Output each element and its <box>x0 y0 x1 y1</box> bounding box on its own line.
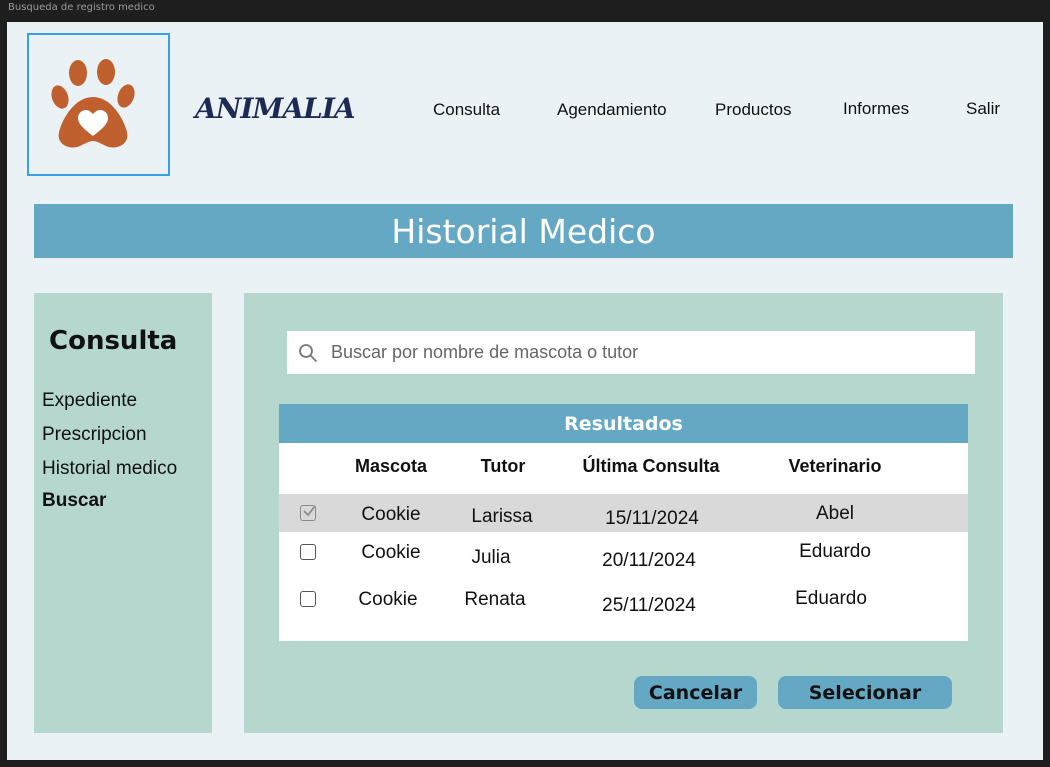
results-table: Resultados Mascota Tutor Última Consulta… <box>279 404 968 641</box>
cell-mascota: Cookie <box>361 542 421 563</box>
sidebar-item-prescripcion[interactable]: Prescripcion <box>42 424 147 446</box>
search-bar <box>287 331 975 374</box>
page-title-banner: Historial Medico <box>34 204 1013 258</box>
cell-mascota: Cookie <box>361 504 421 525</box>
results-header: Resultados <box>279 404 968 443</box>
check-icon <box>303 505 316 517</box>
cell-tutor: Larissa <box>471 506 533 527</box>
column-header-veterinario: Veterinario <box>788 456 882 476</box>
column-header-tutor: Tutor <box>480 456 526 476</box>
cell-veterinario: Eduardo <box>799 541 871 562</box>
sidebar-item-expediente[interactable]: Expediente <box>42 390 137 412</box>
select-button[interactable]: Selecionar <box>778 676 952 709</box>
table-row[interactable]: Cookie Julia 20/11/2024 Eduardo <box>279 532 968 571</box>
cancel-button[interactable]: Cancelar <box>634 676 757 709</box>
search-icon <box>287 343 329 363</box>
cell-fecha: 15/11/2024 <box>605 508 699 529</box>
cell-tutor: Renata <box>464 589 526 610</box>
column-header-mascota: Mascota <box>354 456 428 476</box>
nav-item-productos[interactable]: Productos <box>715 100 792 120</box>
sidebar: Consulta Expediente Prescripcion Histori… <box>34 293 212 733</box>
sidebar-item-buscar[interactable]: Buscar <box>42 490 106 512</box>
page-title: Historial Medico <box>391 211 656 251</box>
search-input[interactable] <box>329 341 975 364</box>
sidebar-title: Consulta <box>49 326 178 356</box>
row-checkbox[interactable] <box>300 591 316 607</box>
cell-tutor: Julia <box>471 547 511 568</box>
brand-name: ANIMALIA <box>195 92 356 125</box>
column-header-ultima-consulta: Última Consulta <box>582 456 720 476</box>
nav-item-informes[interactable]: Informes <box>843 99 909 119</box>
nav-item-consulta[interactable]: Consulta <box>433 100 500 120</box>
logo <box>27 33 170 176</box>
row-checkbox-checked[interactable] <box>300 505 316 521</box>
cell-fecha: 20/11/2024 <box>602 550 696 571</box>
main-panel: Resultados Mascota Tutor Última Consulta… <box>244 293 1003 733</box>
table-row[interactable]: Cookie Larissa 15/11/2024 Abel <box>279 494 968 532</box>
results-title: Resultados <box>564 412 683 435</box>
app-frame: ANIMALIA Consulta Agendamiento Productos… <box>7 22 1043 760</box>
cell-veterinario: Abel <box>815 503 855 524</box>
table-row[interactable]: Cookie Renata 25/11/2024 Eduardo <box>279 579 968 617</box>
cell-veterinario: Eduardo <box>795 588 867 609</box>
nav-item-salir[interactable]: Salir <box>966 99 1000 119</box>
sidebar-item-historial-medico[interactable]: Historial medico <box>42 458 177 480</box>
paw-heart-icon <box>50 58 135 147</box>
row-checkbox[interactable] <box>300 544 316 560</box>
window-title: Busqueda de registro medico <box>8 2 155 13</box>
cell-fecha: 25/11/2024 <box>602 595 696 616</box>
cell-mascota: Cookie <box>358 589 418 610</box>
nav-item-agendamiento[interactable]: Agendamiento <box>557 100 667 120</box>
